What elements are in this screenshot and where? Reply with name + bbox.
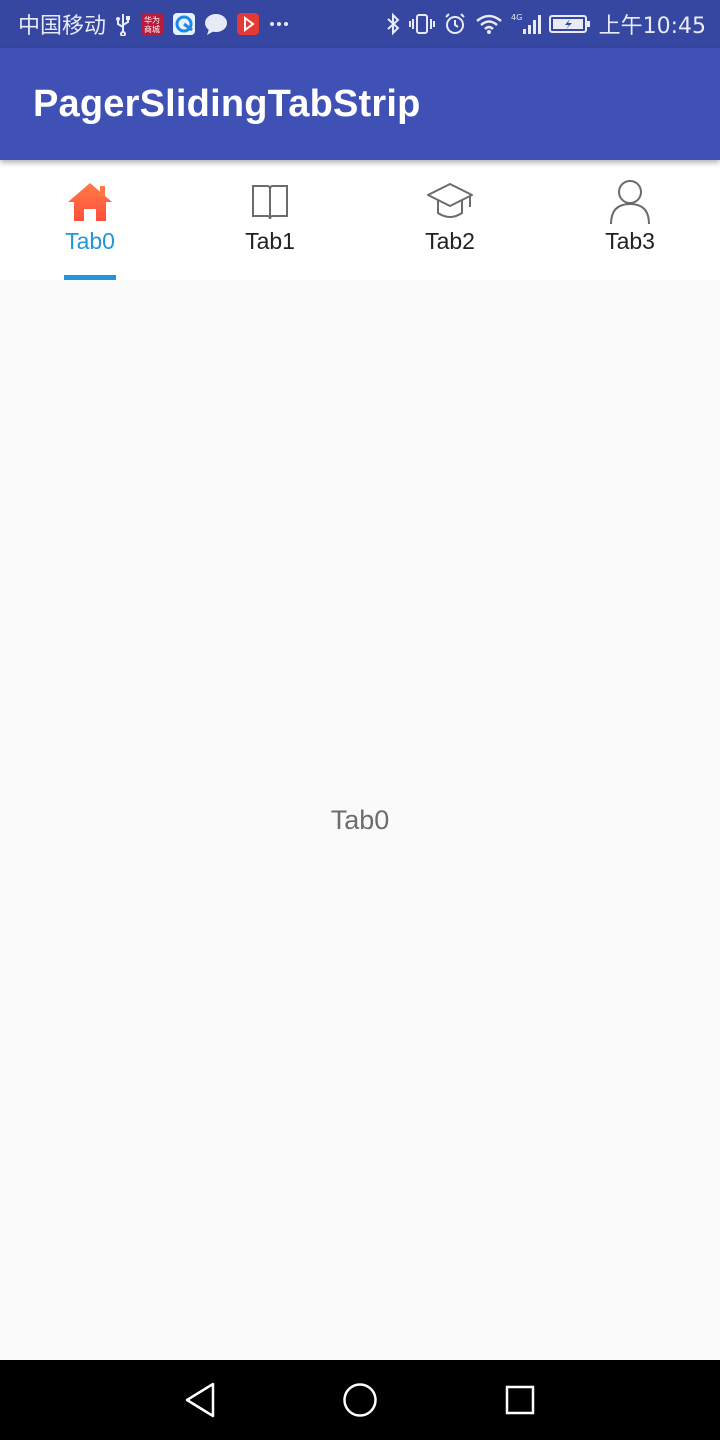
tab-label: Tab0 [65, 228, 115, 254]
tab-indicator [64, 275, 116, 280]
graduation-cap-icon [426, 180, 474, 224]
svg-text:4G: 4G [511, 13, 522, 22]
home-circle-icon [343, 1383, 377, 1417]
user-icon [606, 180, 654, 225]
signal-4g-icon: 4G [511, 12, 541, 36]
tab-3[interactable]: Tab3 [540, 160, 720, 280]
home-button[interactable] [340, 1380, 380, 1420]
svg-text:华为: 华为 [144, 15, 160, 25]
vibrate-icon [408, 12, 435, 36]
wifi-icon [475, 12, 503, 36]
svg-text:商城: 商城 [144, 24, 160, 34]
chat-icon [204, 12, 228, 36]
tab-strip: Tab0 Tab1 Tab2 Tab3 [0, 160, 720, 280]
app-notification-icon: 华为 商城 [140, 12, 164, 36]
tab-1[interactable]: Tab1 [180, 160, 360, 280]
status-bar: 中国移动 华为 商城 4G 上午10:45 [0, 0, 720, 48]
tab-label: Tab1 [245, 228, 295, 254]
page-content: Tab0 [0, 280, 720, 1360]
video-icon [236, 12, 260, 36]
navigation-bar [0, 1360, 720, 1440]
recents-button[interactable] [500, 1380, 540, 1420]
tab-label: Tab3 [605, 228, 655, 254]
recents-icon [505, 1385, 535, 1415]
content-text: Tab0 [330, 805, 390, 835]
back-button[interactable] [180, 1380, 220, 1420]
book-icon [246, 180, 294, 224]
alarm-icon [443, 12, 467, 36]
back-icon [185, 1382, 215, 1418]
tab-0[interactable]: Tab0 [0, 160, 180, 280]
status-bar-left: 中国移动 华为 商城 [18, 0, 290, 48]
app-bar: PagerSlidingTabStrip [0, 48, 720, 160]
tab-label: Tab2 [425, 228, 475, 254]
bluetooth-icon [385, 12, 401, 36]
battery-icon [548, 12, 591, 36]
tab-2[interactable]: Tab2 [360, 160, 540, 280]
app-title: PagerSlidingTabStrip [33, 83, 421, 125]
home-icon [66, 180, 114, 224]
browser-icon [172, 12, 196, 36]
status-bar-right: 4G 上午10:45 [385, 0, 706, 48]
carrier-name: 中国移动 [18, 14, 107, 39]
more-icon [268, 12, 290, 36]
status-clock: 上午10:45 [598, 14, 706, 39]
usb-icon [114, 12, 132, 36]
